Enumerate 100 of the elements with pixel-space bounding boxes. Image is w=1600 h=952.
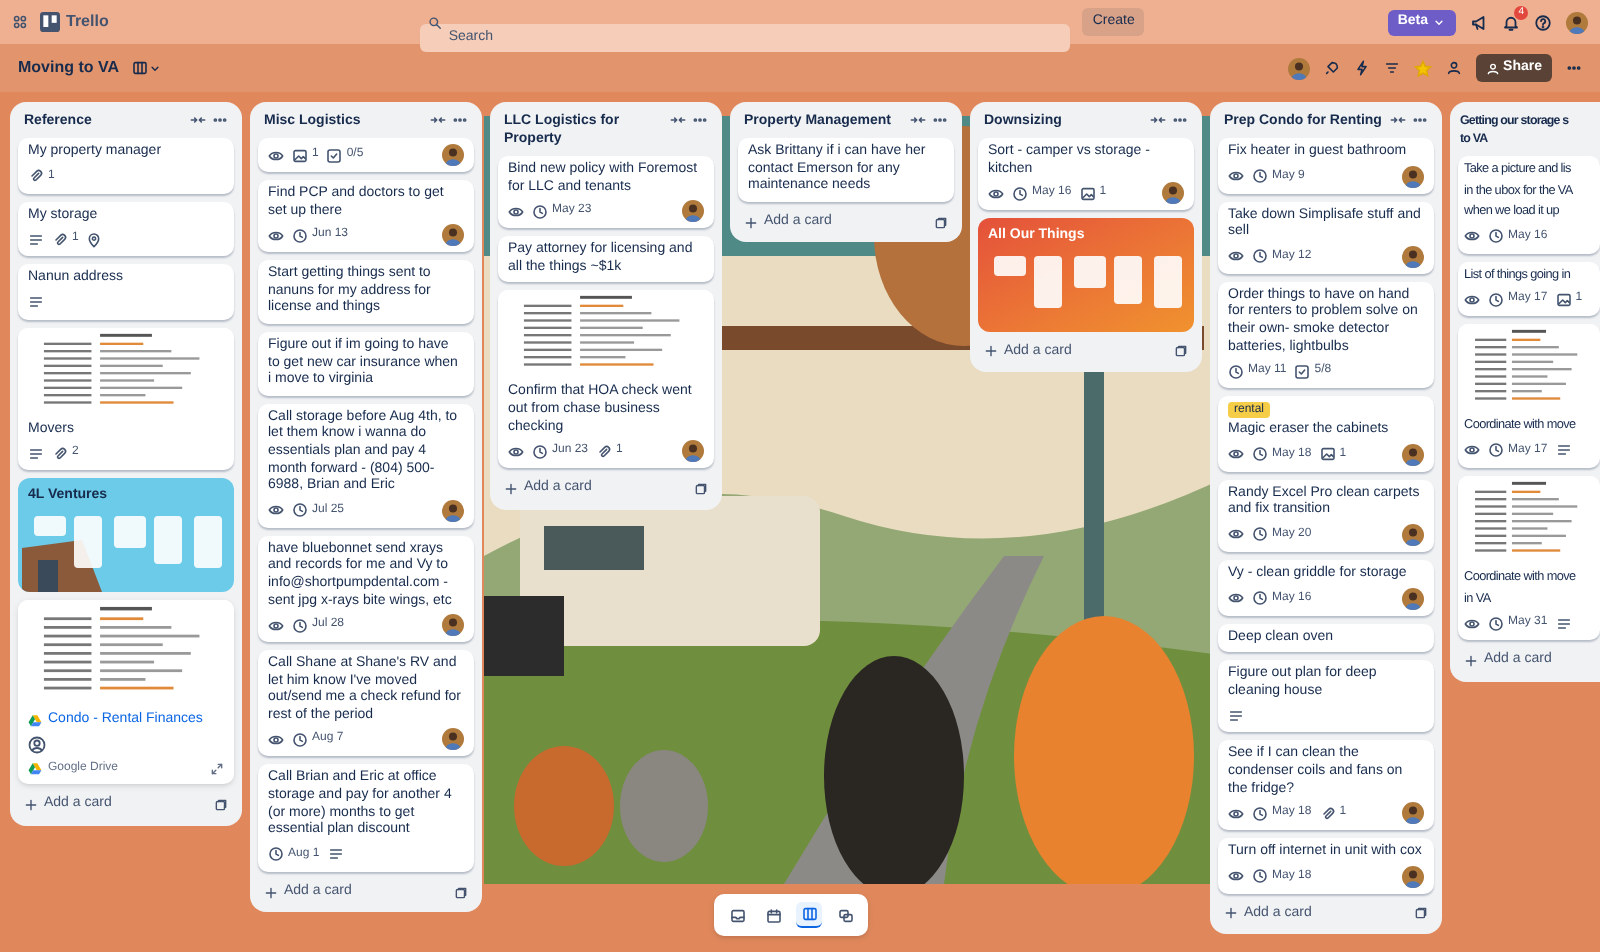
board-view-icon bbox=[801, 906, 817, 922]
collapse-icon bbox=[430, 112, 446, 128]
checklist-icon bbox=[1294, 363, 1311, 380]
drive-icon bbox=[28, 762, 42, 777]
description-icon bbox=[327, 846, 344, 863]
template-icon[interactable] bbox=[454, 885, 468, 900]
board-view-icon bbox=[131, 60, 148, 76]
clock-icon bbox=[1252, 446, 1268, 463]
clock-icon bbox=[1488, 442, 1504, 459]
plus-icon bbox=[984, 344, 998, 359]
eye-icon bbox=[508, 443, 524, 460]
avatar-icon[interactable] bbox=[442, 224, 464, 247]
clock-icon bbox=[1252, 590, 1268, 607]
eye-icon bbox=[1464, 442, 1480, 459]
clock-icon bbox=[268, 846, 284, 863]
eye-icon bbox=[1228, 805, 1244, 822]
plus-icon bbox=[744, 215, 758, 230]
filter-icon bbox=[1383, 60, 1400, 76]
clock-icon bbox=[1252, 168, 1268, 185]
paperclip-icon bbox=[52, 445, 68, 462]
eye-icon bbox=[1228, 168, 1244, 185]
collapse-icon bbox=[1150, 112, 1166, 128]
eye-icon bbox=[1464, 291, 1480, 308]
eye-icon bbox=[1228, 248, 1244, 265]
megaphone-icon bbox=[1470, 13, 1488, 31]
avatar-icon[interactable] bbox=[1287, 57, 1310, 79]
search-icon bbox=[428, 15, 443, 29]
avatar-icon[interactable] bbox=[1162, 182, 1184, 205]
clock-icon bbox=[292, 502, 308, 519]
more-icon bbox=[1412, 112, 1428, 128]
eye-icon bbox=[508, 203, 524, 220]
lightning-icon bbox=[1353, 60, 1370, 76]
eye-icon bbox=[268, 502, 284, 519]
avatar-icon[interactable] bbox=[442, 144, 464, 166]
image-icon bbox=[1319, 446, 1336, 463]
image-icon bbox=[1079, 185, 1096, 202]
avatar-icon[interactable] bbox=[682, 200, 704, 223]
template-icon[interactable] bbox=[214, 798, 228, 813]
avatar-icon[interactable] bbox=[442, 614, 464, 637]
eye-icon bbox=[988, 185, 1004, 202]
avatar-icon[interactable] bbox=[442, 499, 464, 522]
view-tab[interactable] bbox=[796, 902, 822, 928]
plus-icon bbox=[264, 885, 278, 900]
star-icon[interactable] bbox=[1413, 59, 1432, 77]
board-title: Moving to VA bbox=[18, 56, 120, 80]
app-name: Trello bbox=[66, 10, 109, 34]
clock-icon bbox=[1252, 805, 1268, 822]
clock-icon bbox=[1252, 248, 1268, 265]
collapse-icon bbox=[670, 112, 686, 128]
logo-icon[interactable] bbox=[40, 12, 60, 32]
clock-icon bbox=[1012, 185, 1028, 202]
avatar-icon[interactable] bbox=[682, 440, 704, 463]
paperclip-icon bbox=[28, 168, 44, 185]
plus-icon bbox=[504, 481, 518, 496]
clock-icon bbox=[1488, 615, 1504, 632]
eye-icon bbox=[1228, 446, 1244, 463]
template-icon[interactable] bbox=[1414, 906, 1428, 921]
image-icon bbox=[1555, 291, 1572, 308]
avatar-icon[interactable] bbox=[1402, 523, 1424, 546]
eye-icon bbox=[268, 731, 284, 748]
clock-icon bbox=[532, 443, 548, 460]
paperclip-icon bbox=[52, 231, 68, 248]
inbox-icon bbox=[729, 907, 745, 923]
eye-icon bbox=[268, 227, 284, 244]
collapse-icon bbox=[1390, 112, 1406, 128]
eye-icon bbox=[268, 147, 284, 163]
description-icon bbox=[1555, 442, 1572, 459]
location-pin-icon bbox=[86, 231, 103, 248]
expand-icon bbox=[210, 762, 224, 777]
clock-icon bbox=[532, 203, 548, 220]
more-icon bbox=[1566, 60, 1582, 76]
eye-icon bbox=[1228, 590, 1244, 607]
avatar-icon[interactable] bbox=[442, 728, 464, 751]
eye-icon bbox=[1464, 228, 1480, 245]
paperclip-icon bbox=[1319, 805, 1336, 822]
caret-icon bbox=[1432, 15, 1446, 29]
avatar-icon[interactable] bbox=[1402, 165, 1424, 188]
eye-icon bbox=[268, 617, 284, 634]
bell-icon bbox=[1502, 13, 1520, 31]
template-icon[interactable] bbox=[1174, 344, 1188, 359]
avatar-icon[interactable] bbox=[1402, 443, 1424, 466]
avatar-icon[interactable] bbox=[1566, 11, 1588, 33]
avatar-icon[interactable] bbox=[1402, 245, 1424, 268]
collapse-icon bbox=[910, 112, 926, 128]
description-icon bbox=[28, 445, 44, 462]
template-icon[interactable] bbox=[934, 215, 948, 230]
avatar-icon[interactable] bbox=[1402, 587, 1424, 610]
avatar-icon[interactable] bbox=[1402, 802, 1424, 825]
switch-boards-icon bbox=[837, 907, 853, 923]
eye-icon bbox=[1228, 868, 1244, 885]
clock-icon bbox=[1252, 868, 1268, 885]
paperclip-icon bbox=[596, 443, 613, 460]
avatar-icon[interactable] bbox=[1402, 865, 1424, 888]
eye-icon bbox=[1464, 615, 1480, 632]
plus-icon bbox=[1224, 906, 1238, 921]
more-icon bbox=[1172, 112, 1188, 128]
apps-icon bbox=[12, 14, 28, 30]
template-icon[interactable] bbox=[694, 481, 708, 496]
person-icon bbox=[28, 736, 46, 755]
document-preview-drawing bbox=[1458, 475, 1600, 564]
